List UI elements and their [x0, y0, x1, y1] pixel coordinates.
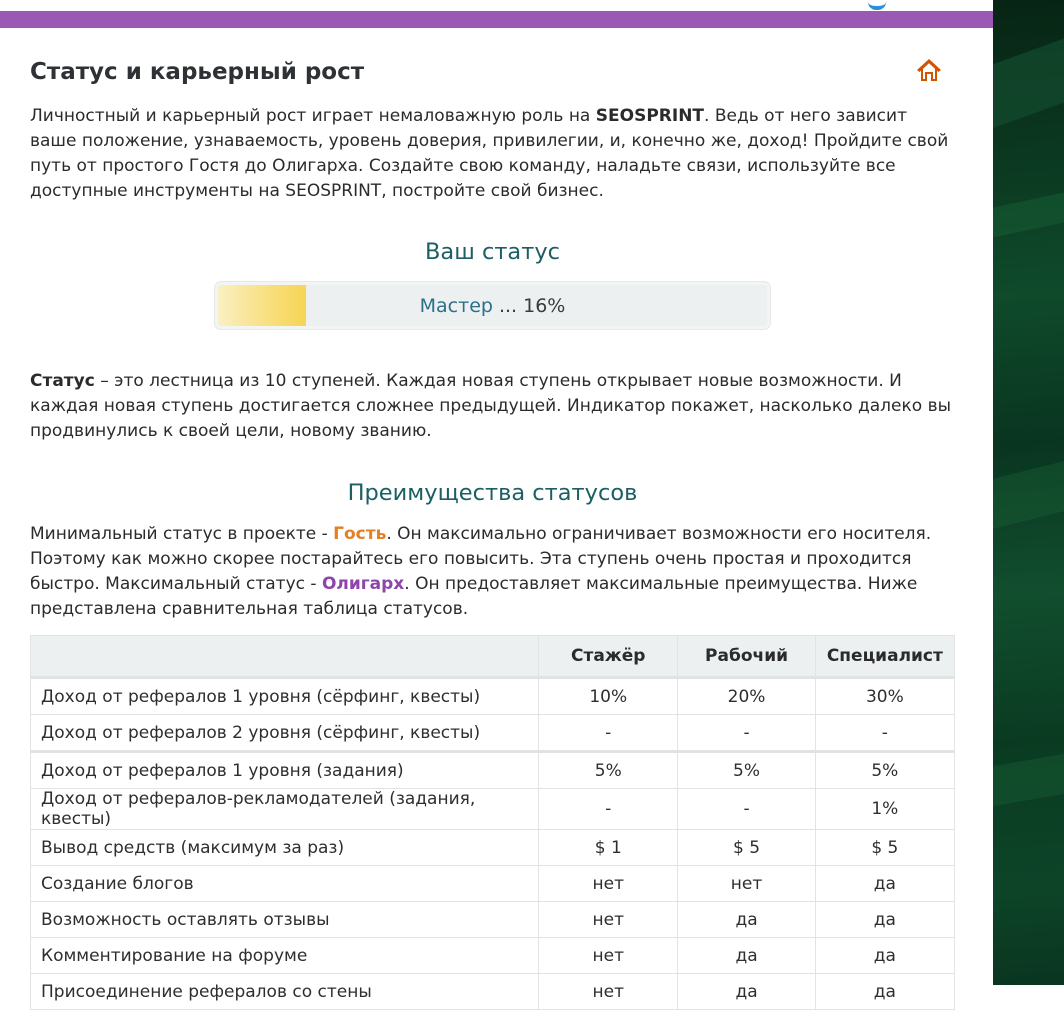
- min-status-name: Гость: [333, 524, 387, 544]
- cell-value: да: [814, 973, 956, 1010]
- cell-value: -: [538, 788, 679, 830]
- cell-value: нет: [538, 937, 679, 974]
- table-row: Доход от рефералов 2 уровня (сёрфинг, кв…: [29, 714, 956, 752]
- cell-value: нет: [538, 901, 679, 938]
- table-header-row: Стажёр Рабочий Специалист: [29, 635, 956, 679]
- cell-value: 5%: [538, 750, 679, 789]
- page-background-side: [993, 0, 1064, 985]
- cell-value: да: [814, 901, 956, 938]
- table-row: Создание блогов нет нет да: [29, 865, 956, 902]
- cell-value: 5%: [814, 750, 956, 789]
- page-title: Статус и карьерный рост: [30, 59, 365, 85]
- cell-value: нет: [538, 973, 679, 1010]
- top-header-bar: [0, 0, 993, 28]
- cell-value: нет: [677, 865, 816, 902]
- status-level-name: Мастер: [419, 294, 493, 317]
- cell-value: да: [814, 865, 956, 902]
- status-comparison-table: Стажёр Рабочий Специалист Доход от рефер…: [29, 635, 956, 1010]
- cell-value: да: [814, 937, 956, 974]
- table-row: Доход от рефералов 1 уровня (сёрфинг, кв…: [29, 677, 956, 715]
- header-accent-stripe: [0, 11, 993, 28]
- table-row: Вывод средств (максимум за раз) $ 1 $ 5 …: [29, 829, 956, 866]
- table-row: Доход от рефералов 1 уровня (задания) 5%…: [29, 750, 956, 789]
- cell-value: да: [677, 901, 816, 938]
- feature-name: Создание блогов: [29, 865, 540, 902]
- status-progress-bar: Мастер ... 16%: [215, 282, 770, 329]
- cell-value: $ 5: [677, 829, 816, 866]
- feature-name: Комментирование на форуме: [29, 937, 540, 974]
- cell-value: -: [677, 788, 816, 830]
- status-progress-text: ... 16%: [498, 294, 566, 317]
- table-row: Присоединение рефералов со стены нет да …: [29, 973, 956, 1010]
- feature-name: Доход от рефералов 2 уровня (сёрфинг, кв…: [29, 714, 540, 752]
- cell-value: 5%: [677, 750, 816, 789]
- status-description: Статус – это лестница из 10 ступеней. Ка…: [30, 371, 952, 441]
- feature-name: Доход от рефералов 1 уровня (задания): [29, 750, 540, 789]
- table-row: Доход от рефералов-рекламодателей (задан…: [29, 788, 956, 830]
- table-header-feature: [29, 635, 540, 679]
- table-header-trainee: Стажёр: [538, 635, 679, 679]
- cell-value: 30%: [814, 677, 956, 715]
- header-logo-fragment: [868, 0, 886, 10]
- cell-value: 1%: [814, 788, 956, 830]
- cell-value: да: [677, 973, 816, 1010]
- cell-value: $ 1: [538, 829, 679, 866]
- intro-text: Личностный и карьерный рост играет немал…: [30, 106, 949, 201]
- cell-value: да: [677, 937, 816, 974]
- feature-name: Вывод средств (максимум за раз): [29, 829, 540, 866]
- table-header-specialist: Специалист: [814, 635, 956, 679]
- feature-name: Доход от рефералов 1 уровня (сёрфинг, кв…: [29, 677, 540, 715]
- cell-value: 20%: [677, 677, 816, 715]
- table-row: Комментирование на форуме нет да да: [29, 937, 956, 974]
- cell-value: 10%: [538, 677, 679, 715]
- feature-name: Доход от рефералов-рекламодателей (задан…: [29, 788, 540, 830]
- feature-name: Присоединение рефералов со стены: [29, 973, 540, 1010]
- cell-value: -: [677, 714, 816, 752]
- your-status-heading: Ваш статус: [424, 239, 561, 265]
- cell-value: -: [538, 714, 679, 752]
- max-status-name: Олигарх: [321, 574, 405, 594]
- table-row: Возможность оставлять отзывы нет да да: [29, 901, 956, 938]
- home-icon[interactable]: [916, 58, 942, 82]
- cell-value: нет: [538, 865, 679, 902]
- status-progress-label: Мастер ... 16%: [218, 285, 767, 326]
- advantages-heading: Преимущества статусов: [347, 480, 638, 506]
- advantages-description: Минимальный статус в проекте - Гость. Он…: [30, 524, 932, 619]
- feature-name: Возможность оставлять отзывы: [29, 901, 540, 938]
- table-header-worker: Рабочий: [677, 635, 816, 679]
- cell-value: $ 5: [814, 829, 956, 866]
- brand-name: SEOSPRINT: [595, 106, 705, 126]
- cell-value: -: [814, 714, 956, 752]
